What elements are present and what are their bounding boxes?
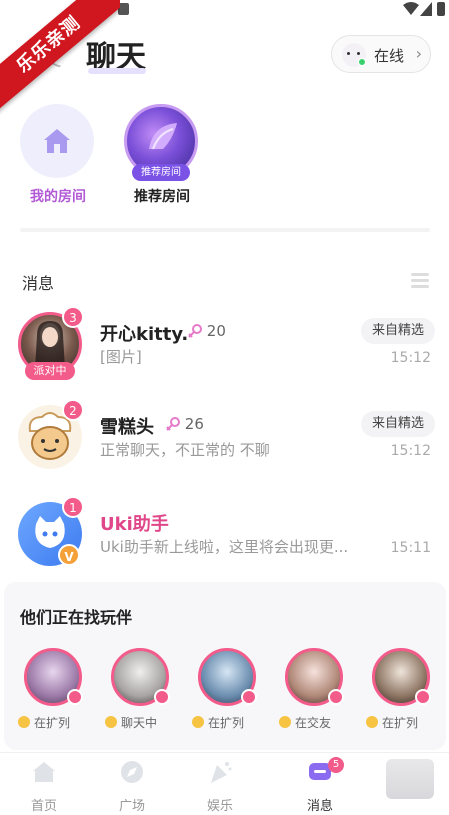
unread-count-badge: 1 (62, 496, 84, 518)
message-time: 15:11 (390, 540, 431, 556)
divider (20, 228, 430, 232)
verified-badge: V (58, 544, 80, 566)
playmate-avatar[interactable] (285, 648, 344, 706)
tab-home[interactable]: 首页 (0, 753, 88, 815)
compass-icon (121, 761, 143, 783)
home-icon (33, 762, 55, 782)
tab-plaza[interactable]: 广场 (88, 753, 176, 815)
signal-icon (420, 2, 432, 16)
source-tag: 来自精选 (361, 318, 435, 344)
search-icon (415, 689, 431, 705)
female-gender-icon (166, 417, 180, 431)
message-row-uki-assistant[interactable]: 1 V Uki助手 Uki助手新上线啦，这里将会出现更... 15:11 (0, 496, 449, 582)
wifi-icon (403, 2, 419, 15)
tab-entertainment-label: 娱乐 (206, 799, 233, 814)
shell-icon (149, 123, 177, 150)
playmate-status: 在扩列 (192, 714, 262, 731)
contact-name: Uki助手 (100, 514, 169, 535)
message-time: 15:12 (390, 350, 431, 366)
messages-badge: 5 (328, 757, 344, 773)
message-preview: 正常聊天，不正常的 不聊 (100, 441, 270, 459)
playmate-status: 在交友 (279, 714, 349, 731)
online-status-label: 在线 (374, 47, 405, 65)
battery-icon (437, 2, 445, 16)
watermark-text: 乐乐亲测 (0, 0, 120, 113)
playmate-item[interactable]: 在扩列 (18, 648, 88, 731)
message-preview: Uki助手新上线啦，这里将会出现更... (100, 538, 349, 556)
level-number: 26 (184, 415, 204, 433)
playmate-status: 聊天中 (105, 714, 175, 731)
unread-count-badge: 2 (62, 399, 84, 421)
playmate-item[interactable]: 聊天中 (105, 648, 175, 731)
recommended-room-button[interactable]: 推荐房间 推荐房间 (124, 104, 200, 206)
profile-icon (386, 759, 434, 799)
playmate-avatar[interactable] (111, 648, 170, 706)
emoji-icon (279, 716, 291, 728)
emoji-icon (18, 716, 30, 728)
playmate-status: 在扩列 (366, 714, 436, 731)
my-room-label: 我的房间 (30, 189, 86, 205)
female-gender-icon (188, 324, 202, 338)
menu-icon[interactable] (411, 273, 429, 288)
party-status-badge: 派对中 (25, 362, 75, 380)
watermark-ribbon: 乐乐亲测 (0, 0, 120, 120)
messages-section-title: 消息 (22, 274, 55, 293)
level-badge: 20 (188, 322, 226, 340)
tab-home-label: 首页 (30, 799, 57, 814)
tab-messages-label: 消息 (306, 799, 333, 814)
chevron-right-icon: › (415, 44, 422, 63)
emoji-icon (105, 716, 117, 728)
online-status-button[interactable]: 在线 › (331, 35, 431, 73)
playmate-item[interactable]: 在扩列 (192, 648, 262, 731)
source-tag: 来自精选 (361, 411, 435, 437)
playmate-avatar[interactable] (24, 648, 83, 706)
playmate-finder-card: 他们正在找玩伴 在扩列 聊天中 在扩列 在交友 在扩列 (4, 582, 446, 750)
playmate-item[interactable]: 在扩列 (366, 648, 436, 731)
tab-messages[interactable]: 5 消息 (276, 753, 364, 815)
tab-entertainment[interactable]: 娱乐 (176, 753, 264, 815)
emoji-icon (192, 716, 204, 728)
message-row-xuegaotou[interactable]: 2 雪糕头 26 正常聊天，不正常的 不聊 来自精选 15:12 (0, 399, 449, 485)
tab-profile[interactable] (372, 753, 448, 815)
playmate-item[interactable]: 在交友 (279, 648, 349, 731)
unread-count-badge: 3 (62, 306, 84, 328)
finder-title: 他们正在找玩伴 (20, 608, 133, 627)
house-icon (44, 129, 70, 153)
search-icon (241, 689, 257, 705)
search-icon (154, 689, 170, 705)
playmate-avatar[interactable] (372, 648, 431, 706)
level-number: 20 (206, 322, 226, 340)
recommended-room-label: 推荐房间 (134, 189, 190, 205)
message-preview: [图片] (100, 348, 142, 366)
emoji-icon (366, 716, 378, 728)
tab-plaza-label: 广场 (118, 799, 145, 814)
search-icon (328, 689, 344, 705)
level-badge: 26 (166, 415, 204, 433)
recommended-room-tag: 推荐房间 (132, 164, 190, 181)
message-time: 15:12 (390, 443, 431, 459)
search-icon (67, 689, 83, 705)
playmate-status: 在扩列 (18, 714, 88, 731)
bottom-tab-bar: 首页 广场 娱乐 5 消息 (0, 752, 449, 815)
contact-name: 雪糕头 (100, 417, 154, 438)
online-dot-icon (358, 58, 366, 66)
contact-name: 开心kitty. (100, 324, 189, 345)
party-icon (211, 762, 232, 783)
playmate-avatar[interactable] (198, 648, 257, 706)
recommended-room-circle: 推荐房间 (124, 104, 198, 181)
message-row-kitty[interactable]: 3 派对中 开心kitty. 20 [图片] 来自精选 15:12 (0, 306, 449, 392)
